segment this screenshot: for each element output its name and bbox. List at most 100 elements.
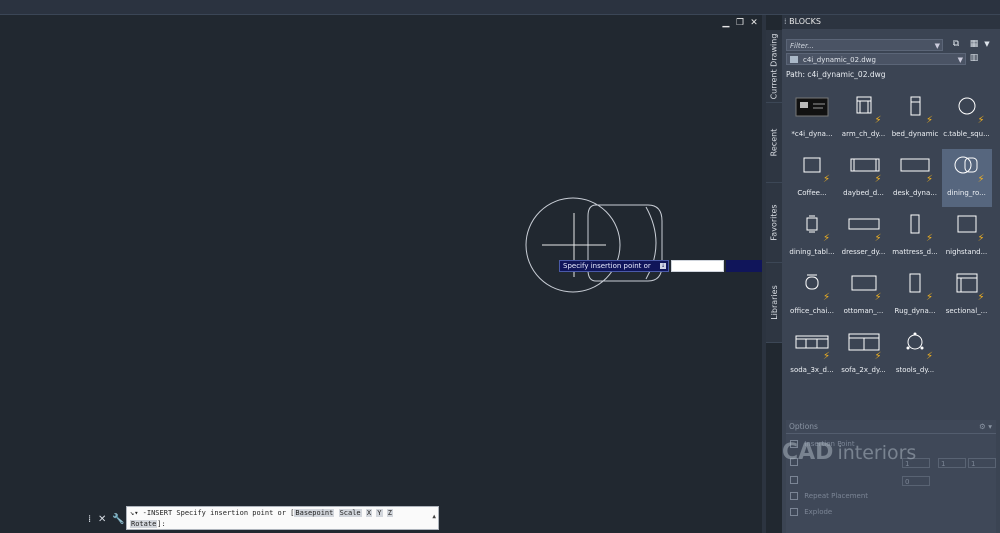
command-end: ]: <box>157 520 166 528</box>
library-browse-icon[interactable]: ▥ <box>968 53 980 63</box>
block-label: sofa_2x_dy... <box>841 366 886 374</box>
block-item[interactable]: ⚡ mattress_d... <box>890 208 940 266</box>
dynamic-block-icon: ⚡ <box>874 292 882 303</box>
command-prompt: Specify insertion point or [ <box>176 509 295 517</box>
options-header[interactable]: Options ⚙ ▾ <box>786 420 996 434</box>
repeat-placement-checkbox[interactable] <box>790 492 798 500</box>
top-toolbar <box>0 0 1000 15</box>
drawing-canvas[interactable] <box>0 15 762 533</box>
tooltip-options-icon[interactable]: ↓ <box>660 263 666 269</box>
block-item[interactable]: ⚡ Rug_dyna... <box>890 267 940 325</box>
block-item[interactable]: ⚡ sectional_... <box>942 267 992 325</box>
option-z[interactable]: Z <box>386 509 393 517</box>
block-label: soda_3x_d... <box>790 366 834 374</box>
command-grip-icon[interactable]: ⁞ <box>88 514 91 525</box>
explode-option[interactable]: Explode <box>790 508 832 516</box>
block-label: dining_tabl... <box>789 248 835 256</box>
view-mode-icon[interactable]: ▦ <box>968 39 980 49</box>
rotation-field[interactable]: 0 <box>902 476 930 486</box>
tab-favorites[interactable]: Favorites <box>766 182 782 263</box>
close-icon[interactable]: ✕ <box>98 514 106 525</box>
restore-icon[interactable]: ❐ <box>736 18 744 28</box>
chevron-down-icon[interactable]: ▼ <box>935 40 940 52</box>
option-x[interactable]: X <box>365 509 373 517</box>
block-item[interactable]: ⚡ daybed_d... <box>839 149 889 207</box>
block-item[interactable]: ⚡ bed_dynamic <box>890 90 940 148</box>
option-rotate[interactable]: Rotate <box>130 520 158 528</box>
scale-y-field[interactable]: 1 <box>938 458 966 468</box>
block-label: Coffee... <box>797 189 827 197</box>
dynamic-block-icon: ⚡ <box>977 174 985 185</box>
block-label: office_chai... <box>790 307 834 315</box>
block-label: dresser_dy... <box>841 248 886 256</box>
block-label: *c4i_dyna... <box>791 130 833 138</box>
explode-checkbox[interactable] <box>790 508 798 516</box>
palette-title: BLOCKS <box>789 17 821 26</box>
options-section: Options ⚙ ▾ Insertion Point 1 1 1 0 Repe… <box>786 420 996 533</box>
repeat-placement-option[interactable]: Repeat Placement <box>790 492 868 500</box>
block-item[interactable]: ⚡ dining_tabl... <box>787 208 837 266</box>
block-label: Rug_dyna... <box>894 307 936 315</box>
block-label: stools_dy... <box>895 366 935 374</box>
dynamic-block-icon: ⚡ <box>823 351 831 362</box>
dynamic-block-icon: ⚡ <box>926 351 934 362</box>
chevron-down-icon[interactable]: ▼ <box>958 54 963 66</box>
command-line[interactable]: ↘▾ -INSERT Specify insertion point or [B… <box>126 506 439 530</box>
dynamic-block-icon: ⚡ <box>823 233 831 244</box>
history-up-icon[interactable]: ▲ <box>432 513 436 520</box>
block-item[interactable]: ⚡ desk_dyna... <box>890 149 940 207</box>
browse-icon[interactable]: ⧉ <box>950 39 962 49</box>
option-scale[interactable]: Scale <box>338 509 362 517</box>
tab-recent[interactable]: Recent <box>766 102 782 183</box>
dynamic-block-icon: ⚡ <box>977 115 985 126</box>
customize-wrench-icon[interactable]: 🔧 <box>112 514 124 525</box>
gear-icon[interactable]: ⚙ ▾ <box>979 420 992 434</box>
dynamic-block-icon: ⚡ <box>926 292 934 303</box>
file-selector[interactable]: c4i_dynamic_02.dwg ▼ <box>786 53 966 65</box>
block-item[interactable]: ⚡ ottoman_... <box>839 267 889 325</box>
grip-icon[interactable]: ⁞ <box>782 17 787 26</box>
file-icon <box>790 56 798 63</box>
block-item[interactable]: ⚡ nighstand... <box>942 208 992 266</box>
dynamic-block-icon: ⚡ <box>874 233 882 244</box>
option-basepoint[interactable]: Basepoint <box>294 509 335 517</box>
option-y[interactable]: Y <box>376 509 383 517</box>
view-options-chevron-icon[interactable]: ▼ <box>981 39 993 49</box>
scale-z-field[interactable]: 1 <box>968 458 996 468</box>
block-item[interactable]: ⚡ c.table_squ... <box>942 90 992 148</box>
dynamic-block-icon: ⚡ <box>977 233 985 244</box>
block-item[interactable]: ⚡ dining_ro... <box>941 149 992 207</box>
tab-libraries[interactable]: Libraries <box>766 262 782 343</box>
block-item[interactable]: ⚡ dresser_dy... <box>839 208 889 266</box>
block-item[interactable]: ⚡ Coffee... <box>787 149 837 207</box>
command-icon[interactable]: ↘▾ <box>130 509 138 517</box>
block-label: ottoman_... <box>843 307 884 315</box>
rotation-option[interactable] <box>790 476 802 484</box>
dynamic-block-icon: ⚡ <box>874 174 882 185</box>
block-item[interactable]: ⚡ soda_3x_d... <box>787 326 837 384</box>
palette-title-bar[interactable]: ⁞ BLOCKS <box>782 15 1000 29</box>
minimize-icon[interactable]: ▁ <box>722 18 730 28</box>
block-label: mattress_d... <box>892 248 938 256</box>
command-name: -INSERT <box>142 509 173 517</box>
filter-input[interactable]: Filter... ▼ <box>786 39 943 51</box>
close-icon[interactable]: ✕ <box>750 18 758 28</box>
block-item[interactable]: ⚡ arm_ch_dy... <box>839 90 889 148</box>
block-label: arm_ch_dy... <box>841 130 886 138</box>
cad-interiors-watermark: CAD interiors <box>782 440 917 465</box>
dynamic-block-icon: ⚡ <box>926 233 934 244</box>
dynamic-block-icon: ⚡ <box>926 115 934 126</box>
block-label: desk_dyna... <box>893 189 937 197</box>
dynamic-input-field[interactable] <box>671 260 724 272</box>
block-item[interactable]: *c4i_dyna... <box>787 90 837 148</box>
block-preview <box>525 197 663 293</box>
rotation-checkbox[interactable] <box>790 476 798 484</box>
dynamic-block-icon: ⚡ <box>977 292 985 303</box>
block-item[interactable]: ⚡ office_chai... <box>787 267 837 325</box>
block-item[interactable]: ⚡ sofa_2x_dy... <box>839 326 889 384</box>
block-label: bed_dynamic <box>891 130 939 138</box>
tab-current-drawing[interactable]: Current Drawing <box>766 30 782 103</box>
block-item[interactable]: ⚡ stools_dy... <box>890 326 940 384</box>
dynamic-block-icon: ⚡ <box>874 351 882 362</box>
block-label: daybed_d... <box>843 189 884 197</box>
